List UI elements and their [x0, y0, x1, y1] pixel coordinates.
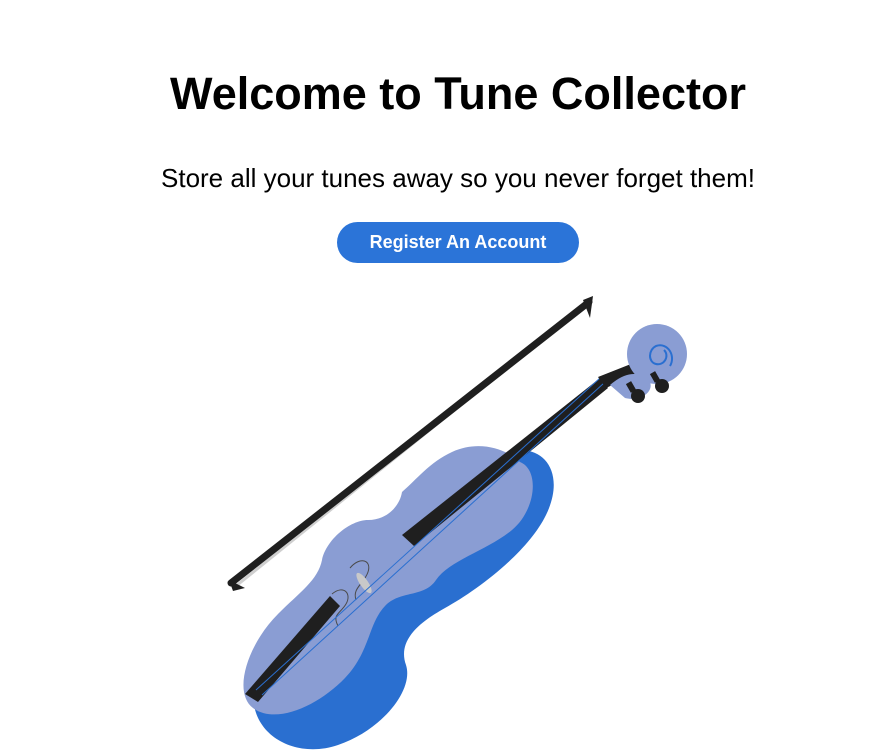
violin-bow — [227, 296, 593, 591]
page-subtitle: Store all your tunes away so you never f… — [161, 163, 755, 193]
violin-scroll — [610, 324, 687, 403]
register-account-button[interactable]: Register An Account — [337, 222, 579, 263]
landing-page: Welcome to Tune Collector Store all your… — [0, 0, 880, 751]
violin-fingerboard — [245, 362, 640, 702]
violin-body — [243, 446, 554, 750]
page-title: Welcome to Tune Collector — [170, 68, 746, 119]
